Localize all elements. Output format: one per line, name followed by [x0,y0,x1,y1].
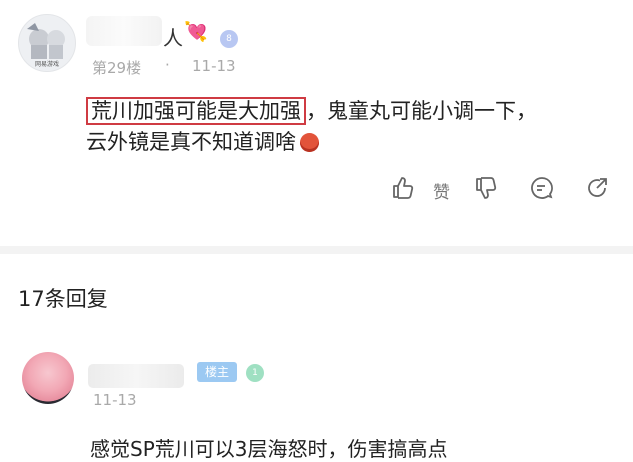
level-badge: 8 [220,30,238,48]
reply-username-blurred[interactable] [88,364,184,388]
thumbs-up-icon [393,177,414,199]
post-line-2: 云外镜是真不知道调啥 [86,127,626,158]
level-value: 8 [226,34,232,44]
user-avatar[interactable]: 网易游戏 [18,14,76,72]
share-icon [588,178,607,197]
reply-level-value: 1 [252,368,258,378]
comment-button[interactable] [530,176,554,204]
reply-date: 11-13 [93,391,137,409]
reply-level-badge: 1 [246,364,264,382]
reply-count: 17条回复 [18,287,108,311]
heart-icon: 💘 [184,21,208,43]
post-body: 荒川加强可能是大加强 ，鬼童丸可能小调一下， 云外镜是真不知道调啥 [86,96,626,158]
meta-separator: · [165,56,170,74]
owner-badge-label: 楼主 [204,365,229,379]
section-divider [0,246,633,254]
post-date: 11-13 [192,57,236,75]
reply-avatar[interactable] [22,352,74,404]
username-tail: 人 [163,26,183,50]
dislike-button[interactable] [474,176,498,204]
floor-label: 第29楼 [92,59,142,77]
share-button[interactable] [585,176,609,204]
thumbs-down-icon [476,177,497,199]
like-label[interactable]: 赞 [433,178,450,203]
tomato-emoji-icon [300,133,319,152]
comment-icon [531,177,553,199]
reply-text: 感觉SP荒川可以3层海怒时，伤害搞高点 [90,437,448,461]
like-button[interactable] [391,176,415,204]
highlighted-text: 荒川加强可能是大加强 [86,97,306,125]
post-text-rest: ，鬼童丸可能小调一下， [306,99,537,123]
post-text-line2: 云外镜是真不知道调啥 [86,130,296,154]
post-line-1: 荒川加强可能是大加强 ，鬼童丸可能小调一下， [86,96,626,127]
owner-badge: 楼主 [197,362,237,382]
username-blurred[interactable] [86,16,162,46]
avatar-caption: 网易游戏 [34,61,59,68]
